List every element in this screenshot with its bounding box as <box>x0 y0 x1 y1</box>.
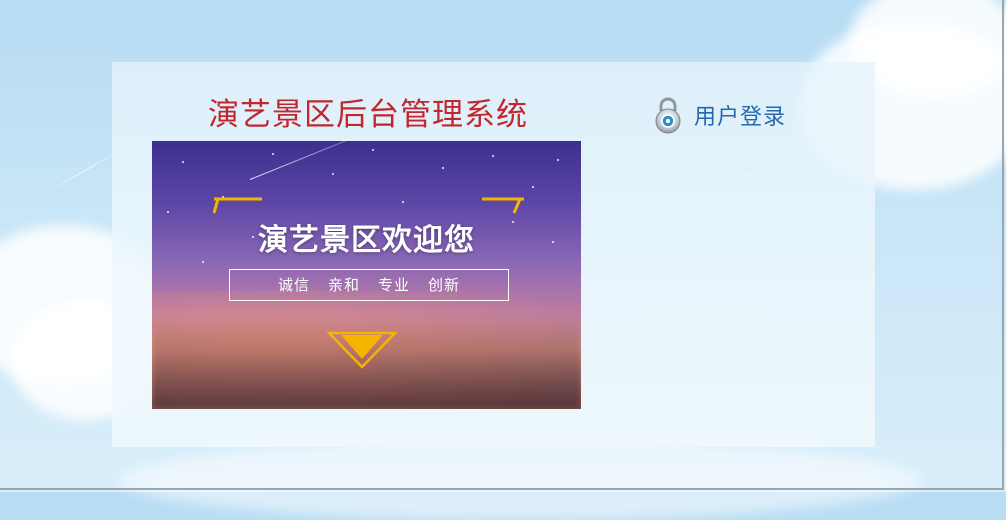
star <box>532 186 534 188</box>
star <box>557 159 559 161</box>
user-login-button[interactable]: 用户登录 <box>652 96 786 134</box>
corner-bracket-left-icon <box>212 197 262 214</box>
star <box>372 149 374 151</box>
down-arrow-icon <box>327 331 397 369</box>
star <box>272 153 274 155</box>
welcome-text: 演艺景区欢迎您 <box>258 223 475 258</box>
star <box>202 261 204 263</box>
star <box>442 167 444 169</box>
slogan-professional: 专业 <box>378 276 411 294</box>
star <box>492 155 494 157</box>
corner-bracket-right-icon <box>482 197 524 214</box>
star <box>182 161 184 163</box>
meteor-streak <box>249 141 399 180</box>
slogan-affinity: 亲和 <box>327 276 360 294</box>
page-title: 演艺景区后台管理系统 <box>208 97 528 133</box>
slogan-innovation: 创新 <box>428 276 461 294</box>
star <box>167 211 169 213</box>
user-login-label[interactable]: 用户登录 <box>694 99 786 131</box>
slogan-box: 诚信 亲和 专业 创新 <box>229 269 509 301</box>
star <box>402 201 404 203</box>
star <box>332 173 334 175</box>
welcome-banner: 演艺景区欢迎您 诚信 亲和 专业 创新 <box>152 141 581 409</box>
cloud-bottom <box>120 440 920 520</box>
lock-icon <box>655 97 681 134</box>
slogan-integrity: 诚信 <box>277 276 310 294</box>
